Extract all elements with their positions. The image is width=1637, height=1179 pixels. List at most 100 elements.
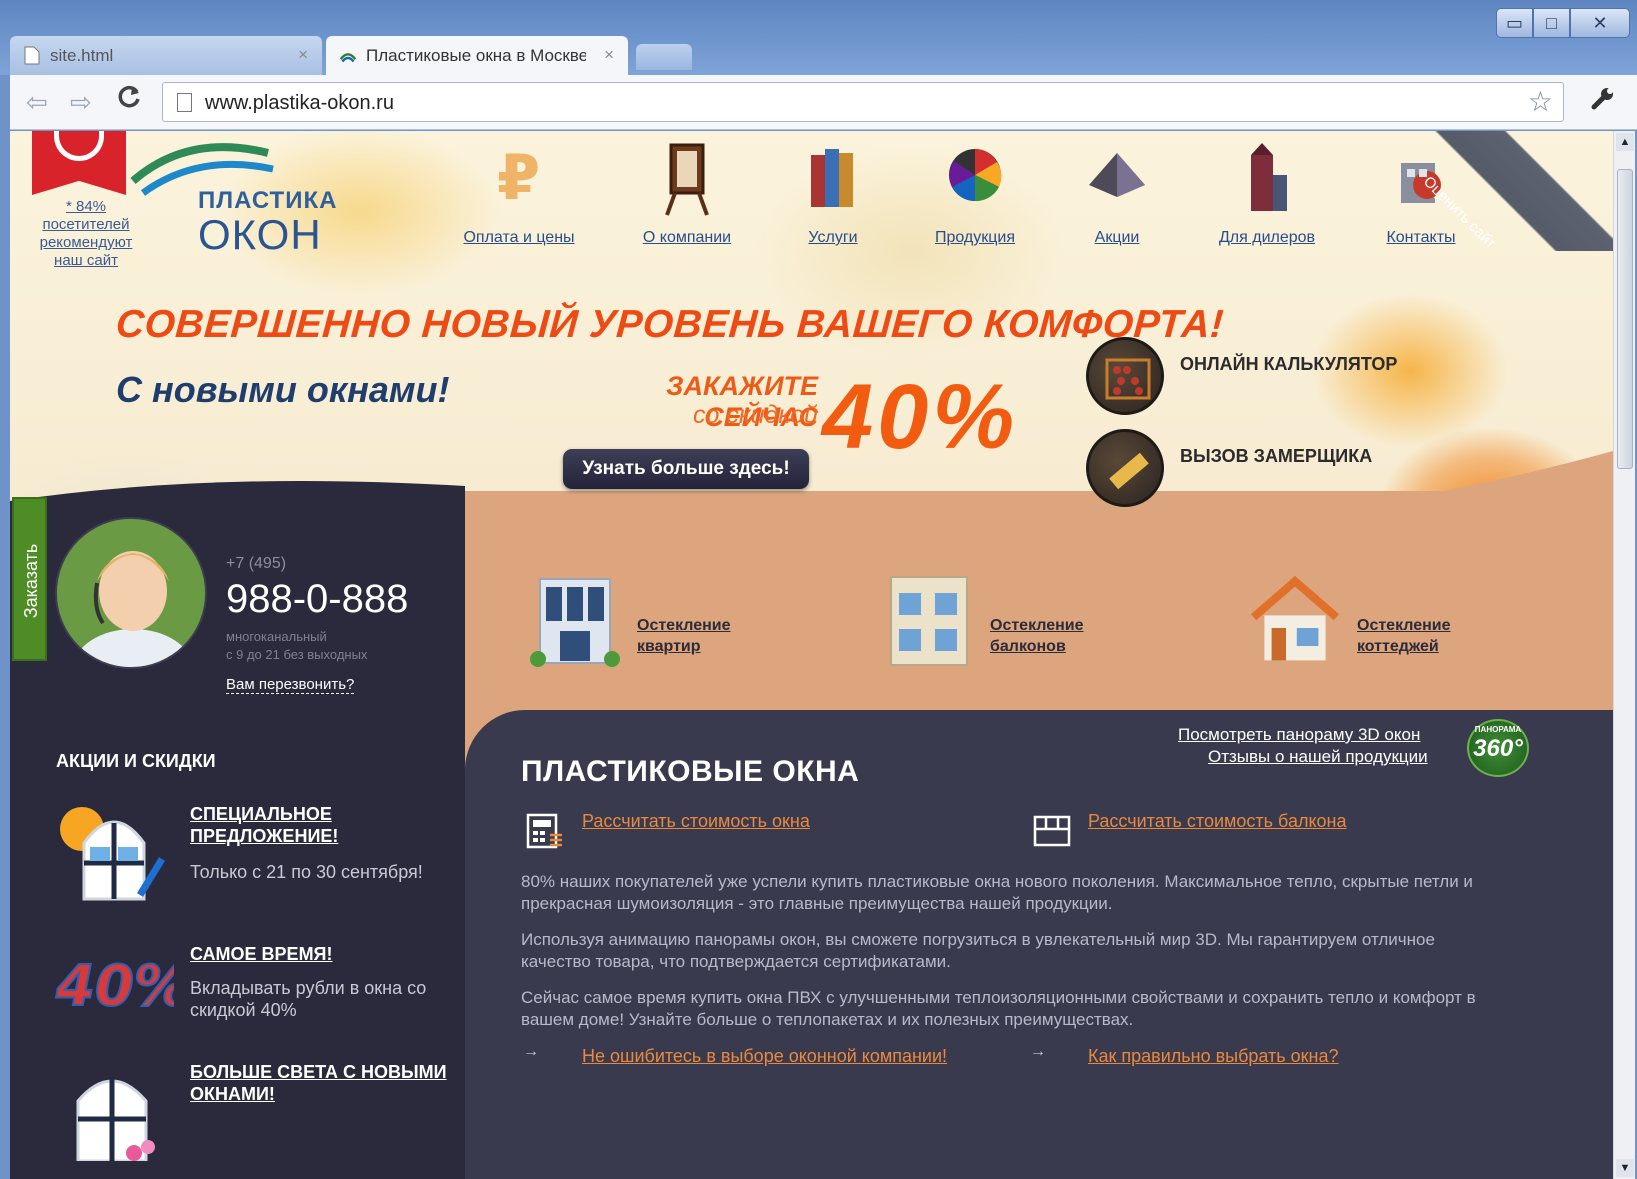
pyramid-icon: [1089, 153, 1145, 197]
cottage-house-icon: [1250, 575, 1340, 661]
operator-avatar: [55, 517, 207, 669]
arrow-right-icon: →: [523, 1043, 539, 1060]
promo-desc: Вкладывать рубли в окна со скидкой 40%: [190, 978, 427, 1020]
nav-payment-prices[interactable]: ₽ Оплата и цены: [444, 131, 594, 261]
wrench-menu-icon[interactable]: [1590, 85, 1616, 118]
promos-heading: АКЦИИ И СКИДКИ: [56, 751, 216, 771]
forward-arrow-icon[interactable]: ⇨: [70, 87, 92, 118]
hero-headline: СОВЕРШЕННО НОВЫЙ УРОВЕНЬ ВАШЕГО КОМФОРТА…: [114, 303, 1226, 346]
bookmark-star-icon[interactable]: ☆: [1528, 85, 1553, 118]
nav-promotions[interactable]: Акции: [1042, 131, 1192, 261]
product-apartments[interactable]: Остекление квартир: [530, 569, 840, 679]
logo-text-bottom: ОКОН: [198, 211, 322, 258]
learn-more-button[interactable]: Узнать больше здесь!: [563, 449, 809, 489]
panorama-badge-caption: ПАНОРАМА: [1474, 725, 1522, 734]
apartment-building-icon: [530, 578, 620, 667]
browser-toolbar: ⇦ ⇨ www.plastika-okon.ru ☆: [10, 75, 1637, 130]
product-balconies[interactable]: Остекление балконов: [883, 569, 1193, 679]
nav-label: Акции: [1094, 229, 1140, 246]
online-calculator-link[interactable]: ОНЛАЙН КАЛЬКУЛЯТОР: [1086, 337, 1446, 417]
address-bar[interactable]: www.plastika-okon.ru ☆: [162, 82, 1564, 122]
easel-icon: [665, 143, 709, 216]
measurer-label: ВЫЗОВ ЗАМЕРЩИКА: [1180, 446, 1373, 466]
order-side-tab[interactable]: Заказать: [12, 497, 47, 661]
body-paragraph: Сейчас самое время купить окна ПВХ с улу…: [521, 988, 1476, 1029]
tab-title: site.html: [50, 46, 114, 65]
nav-label: Оплата и цены: [463, 229, 575, 246]
nav-dealers[interactable]: Для дилеров: [1192, 131, 1342, 261]
building-icon: [1251, 143, 1287, 211]
panorama-360-icon[interactable]: ПАНОРАМА 360°: [1467, 719, 1529, 777]
phone-number: 988-0-888: [226, 577, 409, 621]
product-label[interactable]: Остекление квартир: [637, 615, 787, 657]
phone-hours: с 9 до 21 без выходных: [226, 647, 368, 662]
hero-subheadline: С новыми окнами!: [116, 369, 450, 410]
nav-label: Услуги: [808, 229, 858, 246]
url-text[interactable]: www.plastika-okon.ru: [205, 92, 394, 115]
phone-prefix: +7 (495): [226, 555, 287, 572]
nav-label: О компании: [642, 229, 732, 246]
section-title: ПЛАСТИКОВЫЕ ОКНА: [521, 755, 860, 788]
close-window-button[interactable]: ✕: [1570, 8, 1630, 38]
abacus-icon: [1086, 337, 1164, 415]
scrollbar-thumb[interactable]: [1617, 169, 1633, 469]
callback-link[interactable]: Вам перезвонить?: [226, 676, 355, 694]
product-label[interactable]: Остекление коттеджей: [1357, 615, 1507, 657]
choose-company-link[interactable]: Не ошибитесь в выборе оконной компании!: [582, 1046, 947, 1067]
panorama-link[interactable]: Посмотреть панораму 3D окон: [1178, 725, 1420, 745]
new-tab-button[interactable]: [636, 44, 692, 70]
nav-services[interactable]: Услуги: [758, 131, 908, 261]
tab-close-icon[interactable]: ×: [298, 45, 308, 65]
svg-text:40%: 40%: [55, 954, 174, 1019]
scroll-up-arrow-icon[interactable]: ▲: [1616, 133, 1634, 151]
page-viewport: * 84% посетителей рекомендуют наш сайт П…: [10, 131, 1613, 1179]
nav-products[interactable]: Продукция: [900, 131, 1050, 261]
discount-text: со скидкой: [693, 401, 818, 429]
promo-title[interactable]: САМОЕ ВРЕМЯ!: [190, 943, 450, 965]
nav-label: Для дилеров: [1218, 229, 1316, 246]
tab-site-html[interactable]: site.html ×: [10, 36, 322, 76]
promo-desc: Только с 21 по 30 сентября!: [190, 862, 423, 882]
tab-plastic-windows[interactable]: Пластиковые окна в Москве ×: [326, 36, 628, 76]
svg-text:₽: ₽: [497, 141, 540, 214]
nav-about[interactable]: О компании: [612, 131, 762, 261]
percent-badge-icon: 40%: [54, 953, 174, 1020]
page-icon: [177, 93, 192, 112]
reload-icon[interactable]: [116, 84, 142, 117]
rate-site-corner[interactable]: [1430, 131, 1613, 251]
call-measurer-link[interactable]: ВЫЗОВ ЗАМЕРЩИКА: [1086, 429, 1446, 509]
body-paragraph: 80% наших покупателей уже успели купить …: [521, 872, 1473, 913]
promo-title[interactable]: БОЛЬШЕ СВЕТА С НОВЫМИ ОКНАМИ!: [190, 1061, 450, 1105]
vertical-scrollbar[interactable]: ▲ ▼: [1613, 131, 1635, 1179]
maximize-button[interactable]: □: [1533, 8, 1570, 38]
product-cottages[interactable]: Остекление коттеджей: [1250, 569, 1560, 679]
ruble-icon: ₽: [497, 141, 540, 214]
back-arrow-icon[interactable]: ⇦: [26, 87, 48, 118]
scroll-down-arrow-icon[interactable]: ▼: [1616, 1159, 1634, 1177]
order-tab-label: Заказать: [21, 543, 41, 619]
promo-title[interactable]: СПЕЦИАЛЬНОЕ ПРЕДЛОЖЕНИЕ!: [190, 803, 450, 847]
panorama-badge-number: 360°: [1473, 735, 1523, 762]
tab-title: Пластиковые окна в Москве: [366, 46, 586, 65]
minimize-button[interactable]: ▭: [1496, 8, 1533, 38]
browser-window: site.html × Пластиковые окна в Москве × …: [0, 0, 1637, 1179]
discount-value: 40%: [822, 366, 1019, 468]
site-logo[interactable]: ПЛАСТИКА ОКОН: [128, 133, 343, 263]
tab-close-icon[interactable]: ×: [604, 45, 614, 65]
reviews-link[interactable]: Отзывы о нашей продукции: [1208, 747, 1428, 767]
title-bar: site.html × Пластиковые окна в Москве × …: [0, 0, 1637, 76]
page-icon: [24, 46, 40, 65]
site-favicon-icon: [340, 53, 356, 63]
operator-photo: [57, 519, 205, 667]
body-paragraph: Используя анимацию панорамы окон, вы смо…: [521, 930, 1435, 971]
choose-windows-link[interactable]: Как правильно выбрать окна?: [1088, 1046, 1339, 1067]
calculator-label: ОНЛАЙН КАЛЬКУЛЯТОР: [1180, 354, 1398, 374]
product-label[interactable]: Остекление балконов: [990, 615, 1140, 657]
window-sun-icon: [60, 807, 165, 901]
calc-window-link[interactable]: Рассчитать стоимость окна: [582, 811, 810, 832]
balcony-building-icon: [890, 576, 968, 666]
calc-balcony-link[interactable]: Рассчитать стоимость балкона: [1088, 811, 1347, 832]
books-icon: [811, 149, 853, 207]
phone-note: многоканальный: [226, 629, 327, 644]
arched-window-flowers-icon: [76, 1077, 155, 1161]
